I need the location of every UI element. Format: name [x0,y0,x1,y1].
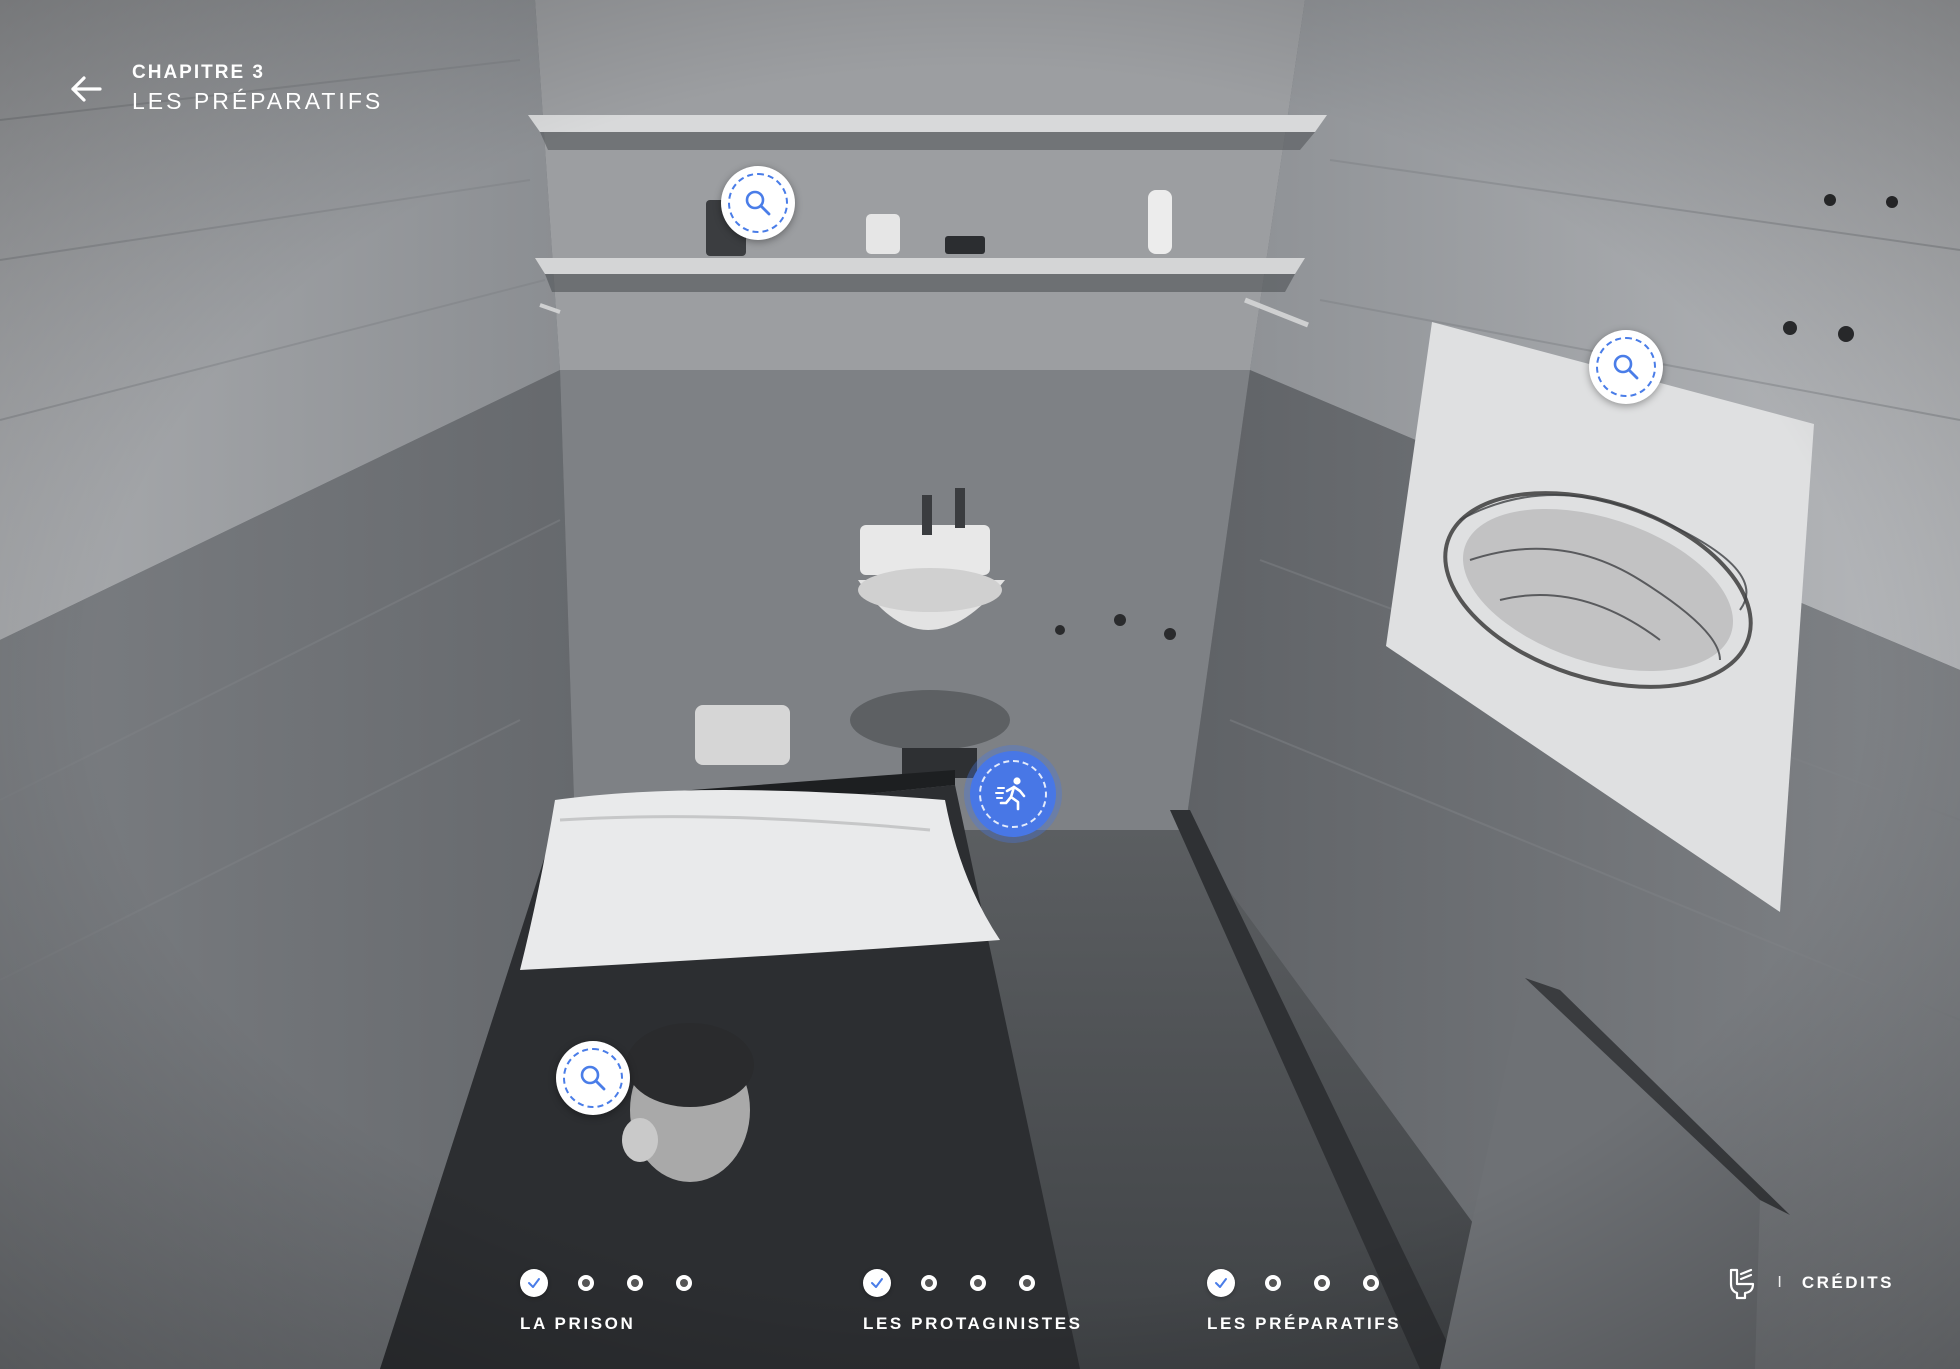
chapter-header: CHAPITRE 3 LES PRÉPARATIFS [66,62,383,115]
arrow-left-icon [71,75,102,102]
back-button[interactable] [66,69,106,109]
step-dot[interactable] [578,1275,594,1291]
hotspot-ring [563,1048,623,1108]
chapter-title: LES PRÉPARATIFS [132,88,384,114]
prison-cell-photo [0,0,1960,1369]
credits-link[interactable]: CRÉDITS [1802,1273,1894,1293]
hotspot-head[interactable] [556,1041,630,1115]
chapter-progress-les-protaginistes: LES PROTAGINISTES [863,1268,1083,1334]
step-completed[interactable] [520,1269,548,1297]
toilet-icon[interactable] [1727,1266,1757,1300]
hotspot-escape-action[interactable] [970,751,1056,837]
step-dot[interactable] [676,1275,692,1291]
step-completed[interactable] [1207,1269,1235,1297]
chapter-progress-les-preparatifs: LES PRÉPARATIFS [1207,1268,1401,1334]
check-icon [871,1278,883,1288]
chapter-heading: CHAPITRE 3 LES PRÉPARATIFS [132,62,383,115]
hotspot-ring [1596,337,1656,397]
check-icon [1215,1278,1227,1288]
step-dot[interactable] [970,1275,986,1291]
step-dot[interactable] [1363,1275,1379,1291]
chapter-steps [1207,1268,1401,1298]
step-dot[interactable] [1019,1275,1035,1291]
step-dot[interactable] [921,1275,937,1291]
step-dot[interactable] [1314,1275,1330,1291]
credits-separator: I [1777,1274,1782,1291]
credits-area: I CRÉDITS [1727,1266,1894,1300]
chapter-label[interactable]: LES PROTAGINISTES [863,1314,1083,1334]
hotspot-ring [979,760,1047,828]
chapter-number: CHAPITRE 3 [132,62,265,83]
step-completed[interactable] [863,1269,891,1297]
check-icon [528,1278,540,1288]
step-dot[interactable] [627,1275,643,1291]
chapter-label[interactable]: LA PRISON [520,1314,695,1334]
chapter-steps [863,1268,1083,1298]
hotspot-map[interactable] [1589,330,1663,404]
chapter-steps [520,1268,695,1298]
hotspot-ring [728,173,788,233]
chapter-progress-la-prison: LA PRISON [520,1268,695,1334]
chapter-label[interactable]: LES PRÉPARATIFS [1207,1314,1401,1334]
hotspot-shelf[interactable] [721,166,795,240]
step-dot[interactable] [1265,1275,1281,1291]
prison-cell-scene: CHAPITRE 3 LES PRÉPARATIFS LA PRISON LES… [0,0,1960,1369]
